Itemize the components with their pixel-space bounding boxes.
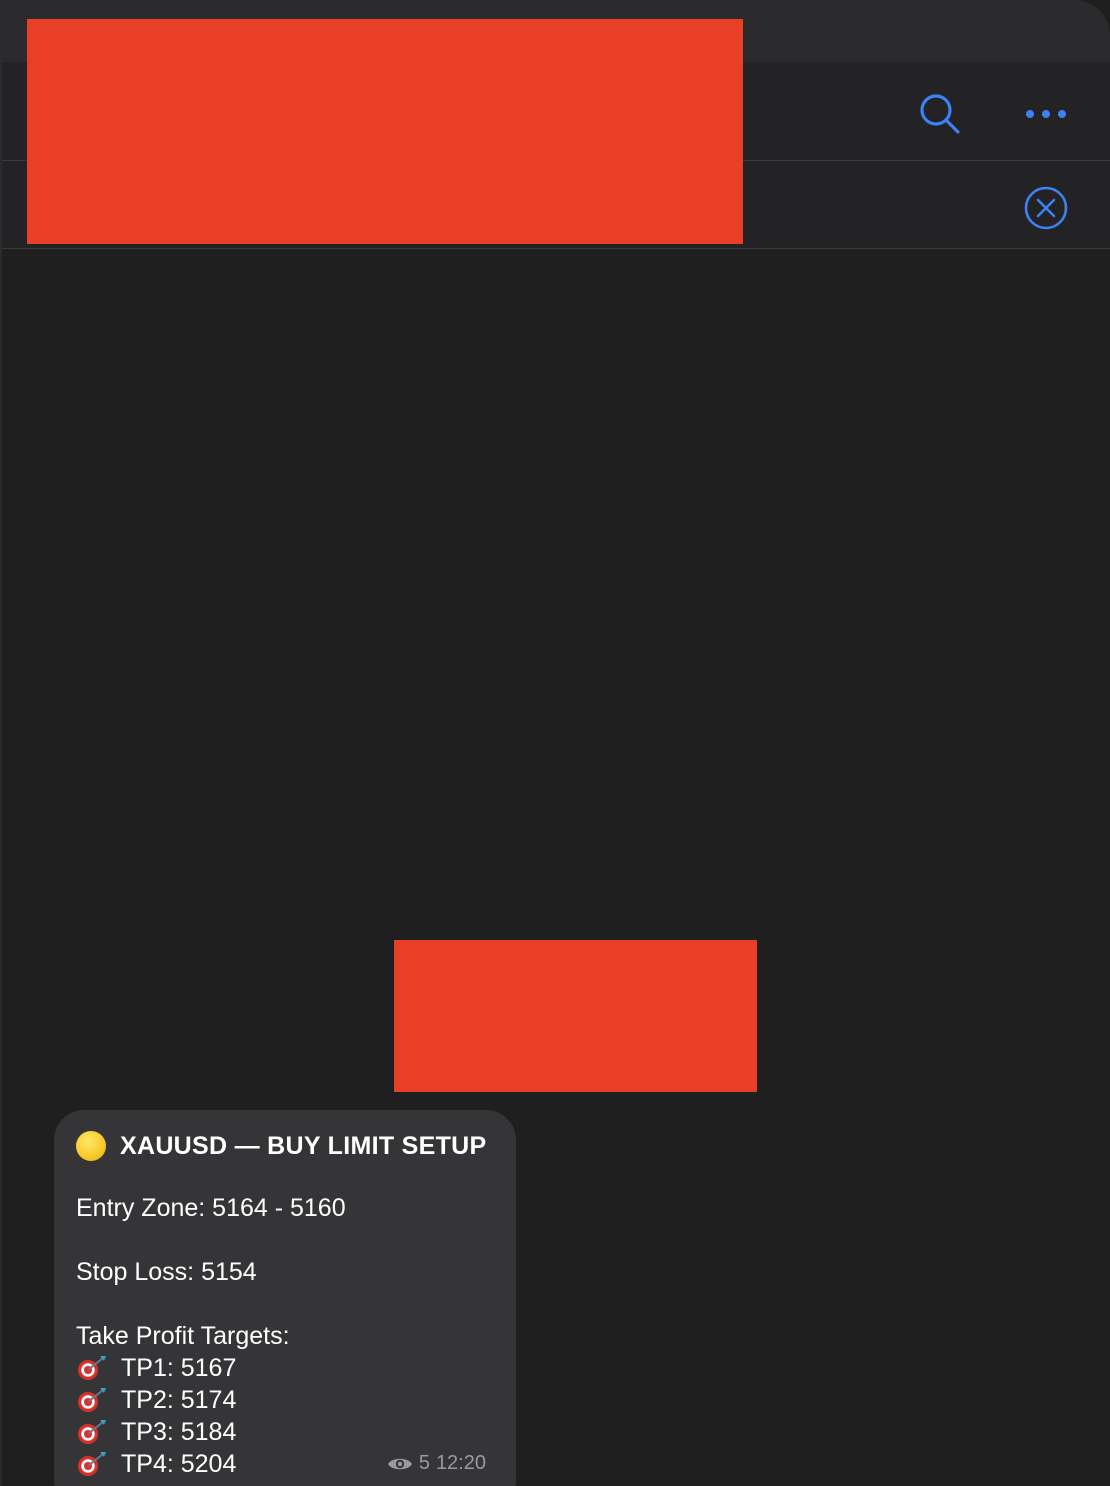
redacted-region [27,19,743,244]
view-count: 5 [418,1452,430,1474]
message-bubble[interactable]: XAUUSD — BUY LIMIT SETUP Entry Zone: 516… [54,1110,516,1486]
more-horizontal-icon [1026,110,1066,118]
yellow-circle-icon [76,1131,106,1161]
direct-hit-icon [78,1356,106,1380]
entry-zone-line: Entry Zone: 5164 - 5160 [76,1194,346,1222]
close-circle-icon [1024,186,1068,230]
direct-hit-icon [78,1452,106,1476]
take-profit-text: TP3: 5184 [121,1418,237,1446]
take-profit-label: Take Profit Targets: [76,1322,290,1350]
eye-icon [387,1458,412,1469]
take-profit-text: TP1: 5167 [121,1354,237,1382]
direct-hit-icon [78,1388,106,1412]
app-window: XAUUSD — BUY LIMIT SETUP Entry Zone: 516… [0,0,1110,1486]
take-profit-text: TP2: 5174 [121,1386,237,1414]
message-title: XAUUSD — BUY LIMIT SETUP [76,1128,494,1164]
stop-loss-line: Stop Loss: 5154 [76,1258,257,1286]
search-button[interactable] [912,86,968,142]
take-profit-row: TP3: 5184 [76,1416,494,1448]
message-title-text: XAUUSD — BUY LIMIT SETUP [120,1131,487,1160]
search-icon [920,94,960,134]
more-options-button[interactable] [1018,86,1074,142]
message-time: 12:20 [435,1452,486,1474]
take-profit-row: TP2: 5174 [76,1384,494,1416]
redacted-region [394,940,757,1092]
take-profit-text: TP4: 5204 [121,1450,237,1478]
message-meta: 5 12:20 [387,1452,492,1475]
take-profit-row: TP1: 5167 [76,1352,494,1384]
direct-hit-icon [78,1420,106,1444]
close-pinned-button[interactable] [1020,182,1072,234]
